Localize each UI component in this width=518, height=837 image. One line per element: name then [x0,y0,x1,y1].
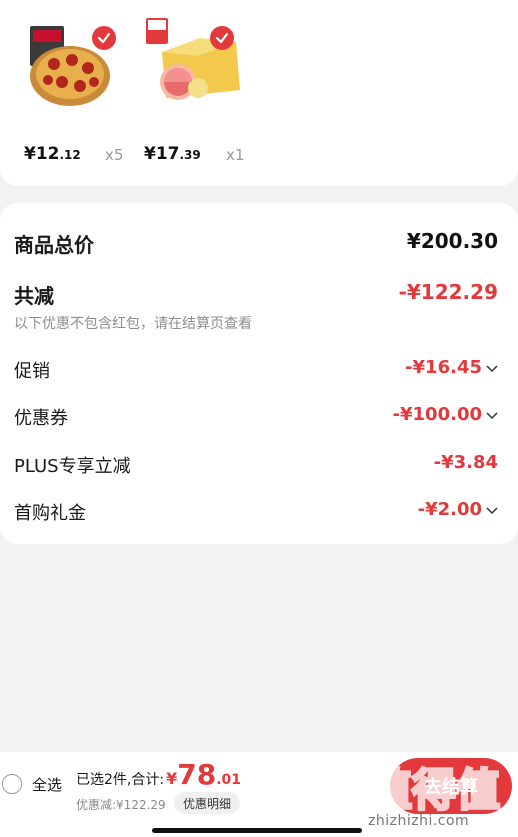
home-indicator [152,828,362,833]
product-pizza[interactable] [24,12,134,112]
product-price: ¥17.39 [144,144,201,164]
price-cents: .12 [59,148,81,162]
coupon-label: 优惠券 [14,408,68,429]
first-purchase-row[interactable]: -¥2.00 [418,499,498,520]
plus-label: PLUS专享立减 [14,456,131,477]
price-summary-card: 商品总价 ¥200.30 共减 -¥122.29 以下优惠不包含红包，请在结算页… [0,203,518,544]
total-line: 已选2件,合计: ¥ 78 .01 [76,758,241,791]
product-pomelo[interactable] [140,12,250,112]
select-all-radio[interactable] [2,774,22,794]
promo-value: -¥16.45 [405,357,482,378]
product-qty: x5 [105,146,124,164]
selected-count-text: 已选2件,合计: [76,772,165,788]
selected-check-icon[interactable] [210,26,234,50]
product-qty: x1 [226,146,245,164]
price-main: ¥12 [24,144,60,164]
reduce-label: 共减 [14,284,54,308]
total-currency: ¥ [166,769,178,788]
promo-row[interactable]: -¥16.45 [405,357,498,378]
total-price-label: 商品总价 [14,233,94,257]
discount-note: 以下优惠不包含红包，请在结算页查看 [14,316,252,332]
reduce-value: -¥122.29 [398,280,498,304]
chevron-down-icon [486,404,498,425]
first-purchase-label: 首购礼金 [14,503,86,524]
select-all-label[interactable]: 全选 [32,774,62,795]
total-price-value: ¥200.30 [406,229,498,253]
pizza-image [30,26,110,106]
coupon-value: -¥100.00 [392,404,482,425]
selected-check-icon[interactable] [92,26,116,50]
watermark-logo: 值得值 [368,764,502,816]
price-main: ¥17 [144,144,180,164]
plus-value: -¥3.84 [433,452,498,473]
coupon-row[interactable]: -¥100.00 [393,404,498,425]
promo-label: 促销 [14,361,50,382]
total-amount-cents: .01 [216,772,241,788]
watermark-url: zhizhizhi.com [368,813,470,829]
discount-detail-button[interactable]: 优惠明细 [174,792,241,814]
watermark-text: 值得值 [368,765,500,815]
price-cents: .39 [179,148,201,162]
first-purchase-value: -¥2.00 [417,499,482,520]
products-card: ¥12.12 x5 ¥17.39 x1 [0,0,518,186]
total-amount-int: 78 [177,758,217,791]
chevron-down-icon [486,499,498,520]
discount-amount: 优惠减:¥122.29 [76,798,166,812]
pomelo-image [146,18,240,100]
product-price: ¥12.12 [24,144,81,164]
chevron-down-icon [486,357,498,378]
